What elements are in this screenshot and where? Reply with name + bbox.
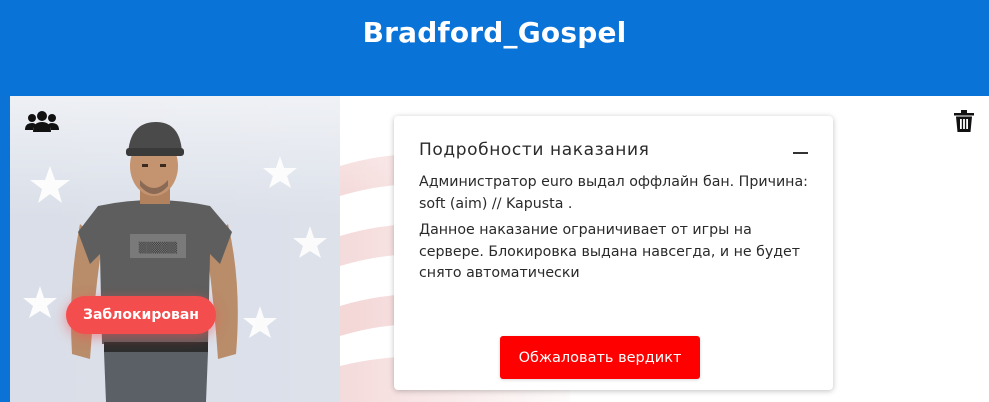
header-bar: Bradford_Gospel <box>0 0 989 96</box>
punishment-details-panel: Подробности наказания Администратор euro… <box>394 116 833 390</box>
status-badge: Заблокирован <box>66 296 216 334</box>
trash-icon[interactable] <box>954 110 974 132</box>
character-avatar: ▒▒▒▒▒ <box>71 122 238 402</box>
punishment-note: Данное наказание ограничивает от игры на… <box>419 222 801 281</box>
appeal-button[interactable]: Обжаловать вердикт <box>500 336 700 379</box>
svg-text:▒▒▒▒▒: ▒▒▒▒▒ <box>139 241 178 254</box>
panel-title: Подробности наказания <box>419 140 650 160</box>
player-card: ▒▒▒▒▒ Заблокирован Подробности наказания… <box>10 96 989 402</box>
punishment-description: Администратор euro выдал оффлайн бан. Пр… <box>419 174 808 212</box>
player-name-title: Bradford_Gospel <box>362 16 627 49</box>
minus-icon[interactable] <box>793 141 809 159</box>
